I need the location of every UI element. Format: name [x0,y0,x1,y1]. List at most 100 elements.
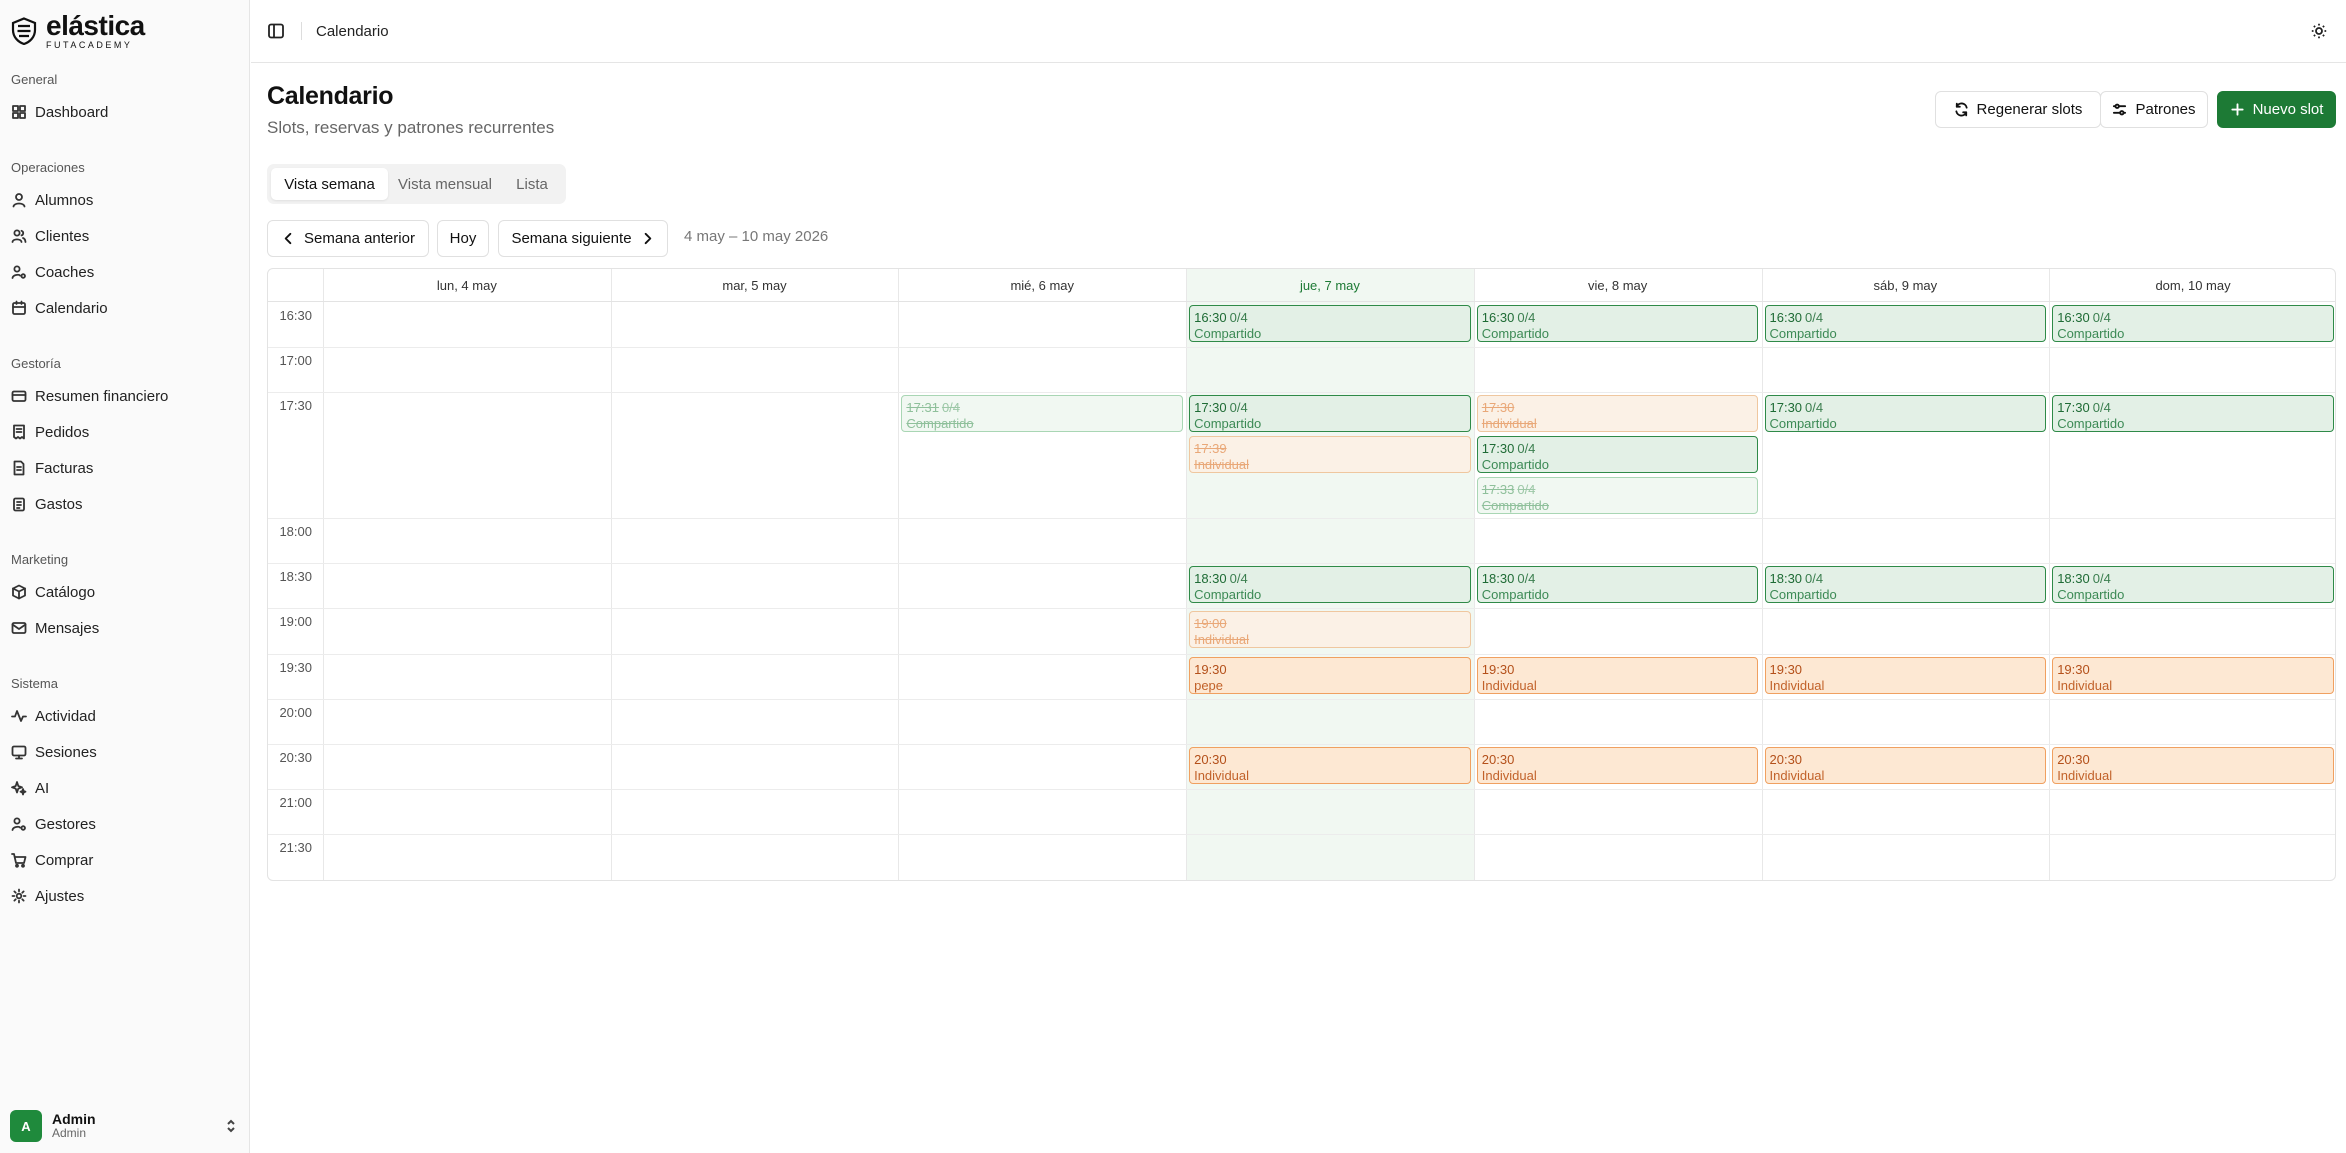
day-header: vie, 8 may [1588,277,1648,293]
row-divider [268,518,2335,519]
sidebar-item-calendario[interactable]: Calendario [11,293,239,323]
refresh-icon [1954,102,1968,117]
week-calendar-grid: lun, 4 may mar, 5 may mié, 6 may jue, 7 may… [267,268,2336,881]
row-divider [268,699,2335,700]
sidebar-item-label: Comprar [35,851,94,869]
shopping-cart-icon [11,853,27,868]
sidebar-item-actividad[interactable]: Actividad [11,701,239,731]
brand-logo[interactable]: elástica FUTACADEMY [10,12,145,50]
time-label: 21:00 [279,795,312,810]
time-label: 16:30 [279,308,312,323]
sidebar-item-coaches[interactable]: Coaches [11,257,239,287]
theme-toggle-button[interactable] [2310,22,2328,40]
topbar-divider [301,22,302,40]
calendar-slot[interactable]: 17:39 Individual [1189,436,1471,473]
sidebar-item-ai[interactable]: AI [11,773,239,803]
calendar-slot[interactable]: 20:30 Individual [1476,747,1759,784]
row-divider [268,834,2335,835]
calendar-slot[interactable]: 17:30 Individual [1476,395,1759,432]
header-divider [268,301,2335,302]
calendar-slot[interactable]: 18:30 0/4 Compartido [1476,566,1759,603]
view-tabs: Vista semana Vista mensual Lista [267,164,566,204]
sidebar-item-comprar[interactable]: Comprar [11,845,239,875]
sidebar-item-sesiones[interactable]: Sesiones [11,737,239,767]
sidebar-item-ajustes[interactable]: Ajustes [11,881,239,911]
row-divider [268,789,2335,790]
calendar-slot[interactable]: 18:30 0/4 Compartido [1189,566,1471,603]
calendar-slot[interactable]: 17:30 0/4 Compartido [1764,395,2047,432]
calendar-slot[interactable]: 16:30 0/4 Compartido [2052,305,2334,342]
calendar-slot[interactable]: 20:30 Individual [1189,747,1471,784]
calendar-slot[interactable]: 17:30 0/4 Compartido [2052,395,2334,432]
sidebar-item-alumnos[interactable]: Alumnos [11,185,239,215]
slot-capacity: 0/4 [1805,310,1824,325]
regenerate-slots-label: Regenerar slots [1976,101,2083,118]
sliders-icon [2113,103,2127,116]
sidebar-item-facturas[interactable]: Facturas [11,453,239,483]
time-label: 17:30 [279,398,312,413]
sidebar-item-catalogo[interactable]: Catálogo [11,577,239,607]
previous-week-button[interactable]: Semana anterior [267,220,429,257]
slot-type: Individual [1194,632,1250,647]
day-header: mar, 5 may [722,277,787,293]
slot-time: 16:30 0/4 [2057,310,2111,325]
tab-list-view[interactable]: Lista [502,168,562,200]
calendar-slot[interactable]: 20:30 Individual [1764,747,2047,784]
calendar-slot[interactable]: 16:30 0/4 Compartido [1476,305,1759,342]
patterns-button[interactable]: Patrones [2100,91,2208,128]
calendar-slot[interactable]: 19:30 pepe [1189,657,1471,694]
sidebar-item-dashboard[interactable]: Dashboard [11,97,239,127]
new-slot-button[interactable]: Nuevo slot [2217,91,2336,128]
sidebar-item-gestores[interactable]: Gestores [11,809,239,839]
today-label: Hoy [449,230,477,247]
next-week-button[interactable]: Semana siguiente [498,220,668,257]
gear-icon [11,888,27,904]
calendar-slot[interactable]: 18:30 0/4 Compartido [2052,566,2334,603]
calendar-slot[interactable]: 17:33 0/4 Compartido [1476,477,1759,514]
slot-time: 19:00 [1194,616,1227,631]
monitor-icon [11,745,27,760]
calendar-slot[interactable]: 19:30 Individual [2052,657,2334,694]
sidebar-item-label: Sesiones [35,743,97,761]
sidebar-item-gastos[interactable]: Gastos [11,489,239,519]
sidebar-toggle-button[interactable] [267,22,285,40]
calendar-slot[interactable]: 20:30 Individual [2052,747,2334,784]
today-button[interactable]: Hoy [437,220,489,257]
sidebar-item-resumen-financiero[interactable]: Resumen financiero [11,381,239,411]
calendar-slot[interactable]: 19:30 Individual [1764,657,2047,694]
tab-week-view[interactable]: Vista semana [271,168,388,200]
slot-time: 19:30 [2057,662,2090,677]
slot-type: Individual [1769,678,1825,693]
sidebar-item-clientes[interactable]: Clientes [11,221,239,251]
tab-month-view[interactable]: Vista mensual [390,168,500,200]
calendar-icon [12,300,26,315]
clipboard-icon [13,497,25,512]
slot-type: Compartido [1481,587,1549,602]
calendar-slot[interactable]: 17:30 0/4 Compartido [1189,395,1471,432]
slot-time: 18:30 0/4 [1194,571,1248,586]
calendar-slot[interactable]: 17:30 0/4 Compartido [1476,436,1759,473]
page-title: Calendario [267,82,394,110]
calendar-slot[interactable]: 19:30 Individual [1476,657,1759,694]
slot-capacity: 0/4 [1229,571,1248,586]
user-menu[interactable]: A Admin Admin [10,1108,238,1144]
sidebar-item-pedidos[interactable]: Pedidos [11,417,239,447]
time-label: 18:00 [279,524,312,539]
sidebar-item-label: Coaches [35,263,95,281]
calendar-slot[interactable]: 16:30 0/4 Compartido [1764,305,2047,342]
slot-type: Individual [1769,768,1825,783]
calendar-slot[interactable]: 19:00 Individual [1189,611,1471,648]
calendar-slot[interactable]: 17:31 0/4 Compartido [901,395,1184,432]
slot-type: Individual [1481,416,1537,431]
slot-time: 19:30 [1194,662,1227,677]
slot-type: Compartido [1194,326,1262,341]
calendar-slot[interactable]: 18:30 0/4 Compartido [1764,566,2047,603]
regenerate-slots-button[interactable]: Regenerar slots [1935,91,2101,128]
calendar-slot[interactable]: 16:30 0/4 Compartido [1189,305,1471,342]
slot-capacity: 0/4 [1517,482,1536,497]
slot-type: Compartido [1194,416,1262,431]
sidebar-item-mensajes[interactable]: Mensajes [11,613,239,643]
day-header: dom, 10 may [2155,277,2231,293]
brand-name: elástica [46,10,145,41]
slot-type: Compartido [1769,587,1837,602]
